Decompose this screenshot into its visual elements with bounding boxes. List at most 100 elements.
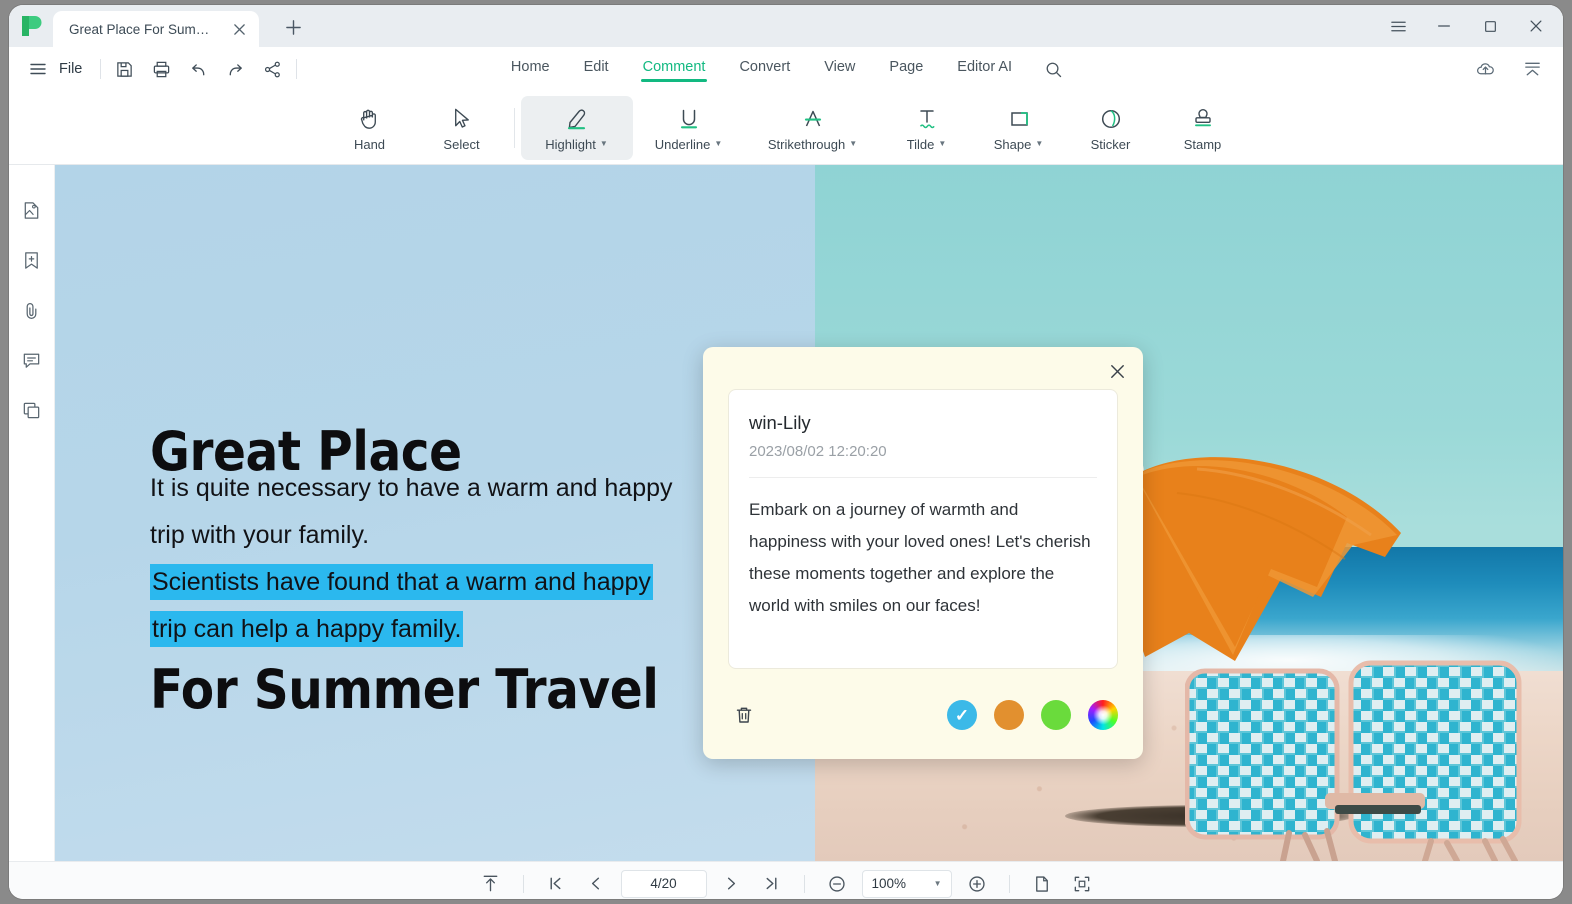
ribbon-tab-comment[interactable]: Comment <box>640 55 708 84</box>
tool-strikethrough-label: Strikethrough ▼ <box>768 137 857 152</box>
tool-underline-label: Underline ▼ <box>655 137 723 152</box>
comment-divider <box>749 477 1097 478</box>
collapse-ribbon-icon[interactable] <box>1516 54 1549 84</box>
color-swatch-green[interactable] <box>1041 700 1071 730</box>
tool-tilde[interactable]: Tilde ▼ <box>881 96 973 160</box>
tilde-icon <box>912 104 942 134</box>
attachment-icon <box>21 300 42 326</box>
print-icon[interactable] <box>146 54 177 84</box>
left-sidebar <box>9 165 55 861</box>
paragraph-plain: It is quite necessary to have a warm and… <box>150 474 673 549</box>
ribbon-tab-editor-ai[interactable]: Editor AI <box>955 55 1014 84</box>
beach-chairs-illustration <box>1185 660 1522 861</box>
last-page-icon[interactable] <box>757 869 787 899</box>
workspace: Great Place For Summer Travel It is quit… <box>9 165 1563 861</box>
window-minimize-icon[interactable] <box>1423 11 1465 41</box>
sidebar-item-layers[interactable] <box>16 397 48 429</box>
fit-width-icon[interactable] <box>1067 869 1097 899</box>
chevron-down-icon[interactable]: ▼ <box>600 140 608 148</box>
app-menu-icon[interactable] <box>23 54 53 84</box>
comments-icon <box>21 350 42 376</box>
tool-shape-text: Shape <box>993 136 1032 152</box>
chevron-down-icon[interactable]: ▼ <box>938 140 946 148</box>
ribbon-tab-home[interactable]: Home <box>509 55 552 84</box>
chevron-down-icon[interactable]: ▼ <box>714 140 722 148</box>
window-close-icon[interactable] <box>1515 11 1557 41</box>
ribbon-divider <box>513 107 515 148</box>
tab-close-icon[interactable] <box>229 19 249 39</box>
comment-body-text[interactable]: Embark on a journey of warmth and happin… <box>749 494 1097 622</box>
tool-highlight[interactable]: Highlight ▼ <box>520 95 633 160</box>
page-title-line2: For Summer Travel <box>150 657 659 721</box>
window-maximize-icon[interactable] <box>1469 11 1511 41</box>
sidebar-item-bookmarks[interactable] <box>16 247 48 279</box>
tool-stamp[interactable]: Stamp <box>1157 96 1249 160</box>
cursor-icon <box>448 104 475 134</box>
search-icon[interactable] <box>1044 60 1063 79</box>
zoom-in-icon[interactable] <box>962 869 992 899</box>
zoom-level-value: 100% <box>871 876 907 891</box>
tool-hand[interactable]: Hand <box>324 96 416 160</box>
tool-strikethrough[interactable]: Strikethrough ▼ <box>745 96 881 160</box>
tool-underline[interactable]: Underline ▼ <box>633 96 745 160</box>
paragraph-highlighted[interactable]: Scientists have found that a warm and ha… <box>150 564 653 647</box>
ribbon-tab-view[interactable]: View <box>822 55 857 84</box>
status-bar: 4/20 100% ▼ <box>9 861 1563 899</box>
status-divider-3 <box>1008 874 1010 893</box>
sidebar-item-comments[interactable] <box>16 347 48 379</box>
comment-popup-close-icon[interactable] <box>1103 357 1131 385</box>
ribbon-tab-edit[interactable]: Edit <box>582 55 611 84</box>
next-page-icon[interactable] <box>717 869 747 899</box>
tool-underline-text: Underline <box>654 136 711 152</box>
fit-to-top-icon[interactable] <box>476 869 506 899</box>
comment-color-swatches: ✓ <box>947 700 1118 730</box>
tool-sticker-label: Sticker <box>1090 136 1131 152</box>
status-divider-1 <box>522 874 524 893</box>
zoom-level-select[interactable]: 100% ▼ <box>861 869 952 898</box>
redo-icon[interactable] <box>220 54 251 84</box>
window-menu-icon[interactable] <box>1377 11 1419 41</box>
chevron-down-icon[interactable]: ▼ <box>1035 140 1043 148</box>
ribbon-tab-convert[interactable]: Convert <box>737 55 792 84</box>
file-menu-button[interactable]: File <box>53 61 92 77</box>
undo-icon[interactable] <box>183 54 214 84</box>
trash-icon[interactable] <box>728 699 760 731</box>
comment-ribbon: Hand Select Highlight ▼ Underline ▼ Stri… <box>9 91 1563 165</box>
tool-sticker[interactable]: Sticker <box>1065 96 1157 160</box>
chevron-down-icon: ▼ <box>933 879 942 888</box>
strikethrough-icon <box>798 104 828 134</box>
new-tab-button[interactable] <box>281 15 305 39</box>
comment-card: win-Lily 2023/08/02 12:20:20 Embark on a… <box>728 389 1118 669</box>
document-tab[interactable]: Great Place For Summer T... <box>53 11 259 47</box>
color-swatch-custom-picker[interactable] <box>1088 700 1118 730</box>
zoom-out-icon[interactable] <box>822 869 852 899</box>
sidebar-item-attachments[interactable] <box>16 297 48 329</box>
sidebar-item-thumbnails[interactable] <box>16 197 48 229</box>
cloud-upload-icon[interactable] <box>1469 54 1502 84</box>
prev-page-icon[interactable] <box>581 869 611 899</box>
status-divider-2 <box>803 874 805 893</box>
app-logo-icon <box>9 5 53 47</box>
comment-popup[interactable]: win-Lily 2023/08/02 12:20:20 Embark on a… <box>703 347 1143 759</box>
shape-icon <box>1005 104 1033 134</box>
share-icon[interactable] <box>257 54 288 84</box>
chevron-down-icon[interactable]: ▼ <box>849 140 857 148</box>
document-canvas[interactable]: Great Place For Summer Travel It is quit… <box>55 165 1563 861</box>
color-swatch-blue[interactable]: ✓ <box>947 700 977 730</box>
ribbon-tab-page[interactable]: Page <box>887 55 925 84</box>
tool-strikethrough-text: Strikethrough <box>767 136 846 152</box>
tool-highlight-label: Highlight ▼ <box>545 137 608 152</box>
page-number-input[interactable]: 4/20 <box>620 869 707 898</box>
tool-shape[interactable]: Shape ▼ <box>973 96 1065 160</box>
hand-icon <box>356 104 383 134</box>
tool-tilde-text: Tilde <box>906 136 935 152</box>
tab-strip: Great Place For Summer T... <box>9 5 1563 47</box>
first-page-icon[interactable] <box>541 869 571 899</box>
menu-right-tools <box>1469 47 1549 91</box>
color-swatch-orange[interactable] <box>994 700 1024 730</box>
menu-row: File Home Edit Comment Convert View Page… <box>9 47 1563 91</box>
tool-shape-label: Shape ▼ <box>994 137 1044 152</box>
tool-select[interactable]: Select <box>416 96 508 160</box>
save-icon[interactable] <box>109 54 140 84</box>
single-page-icon[interactable] <box>1027 869 1057 899</box>
